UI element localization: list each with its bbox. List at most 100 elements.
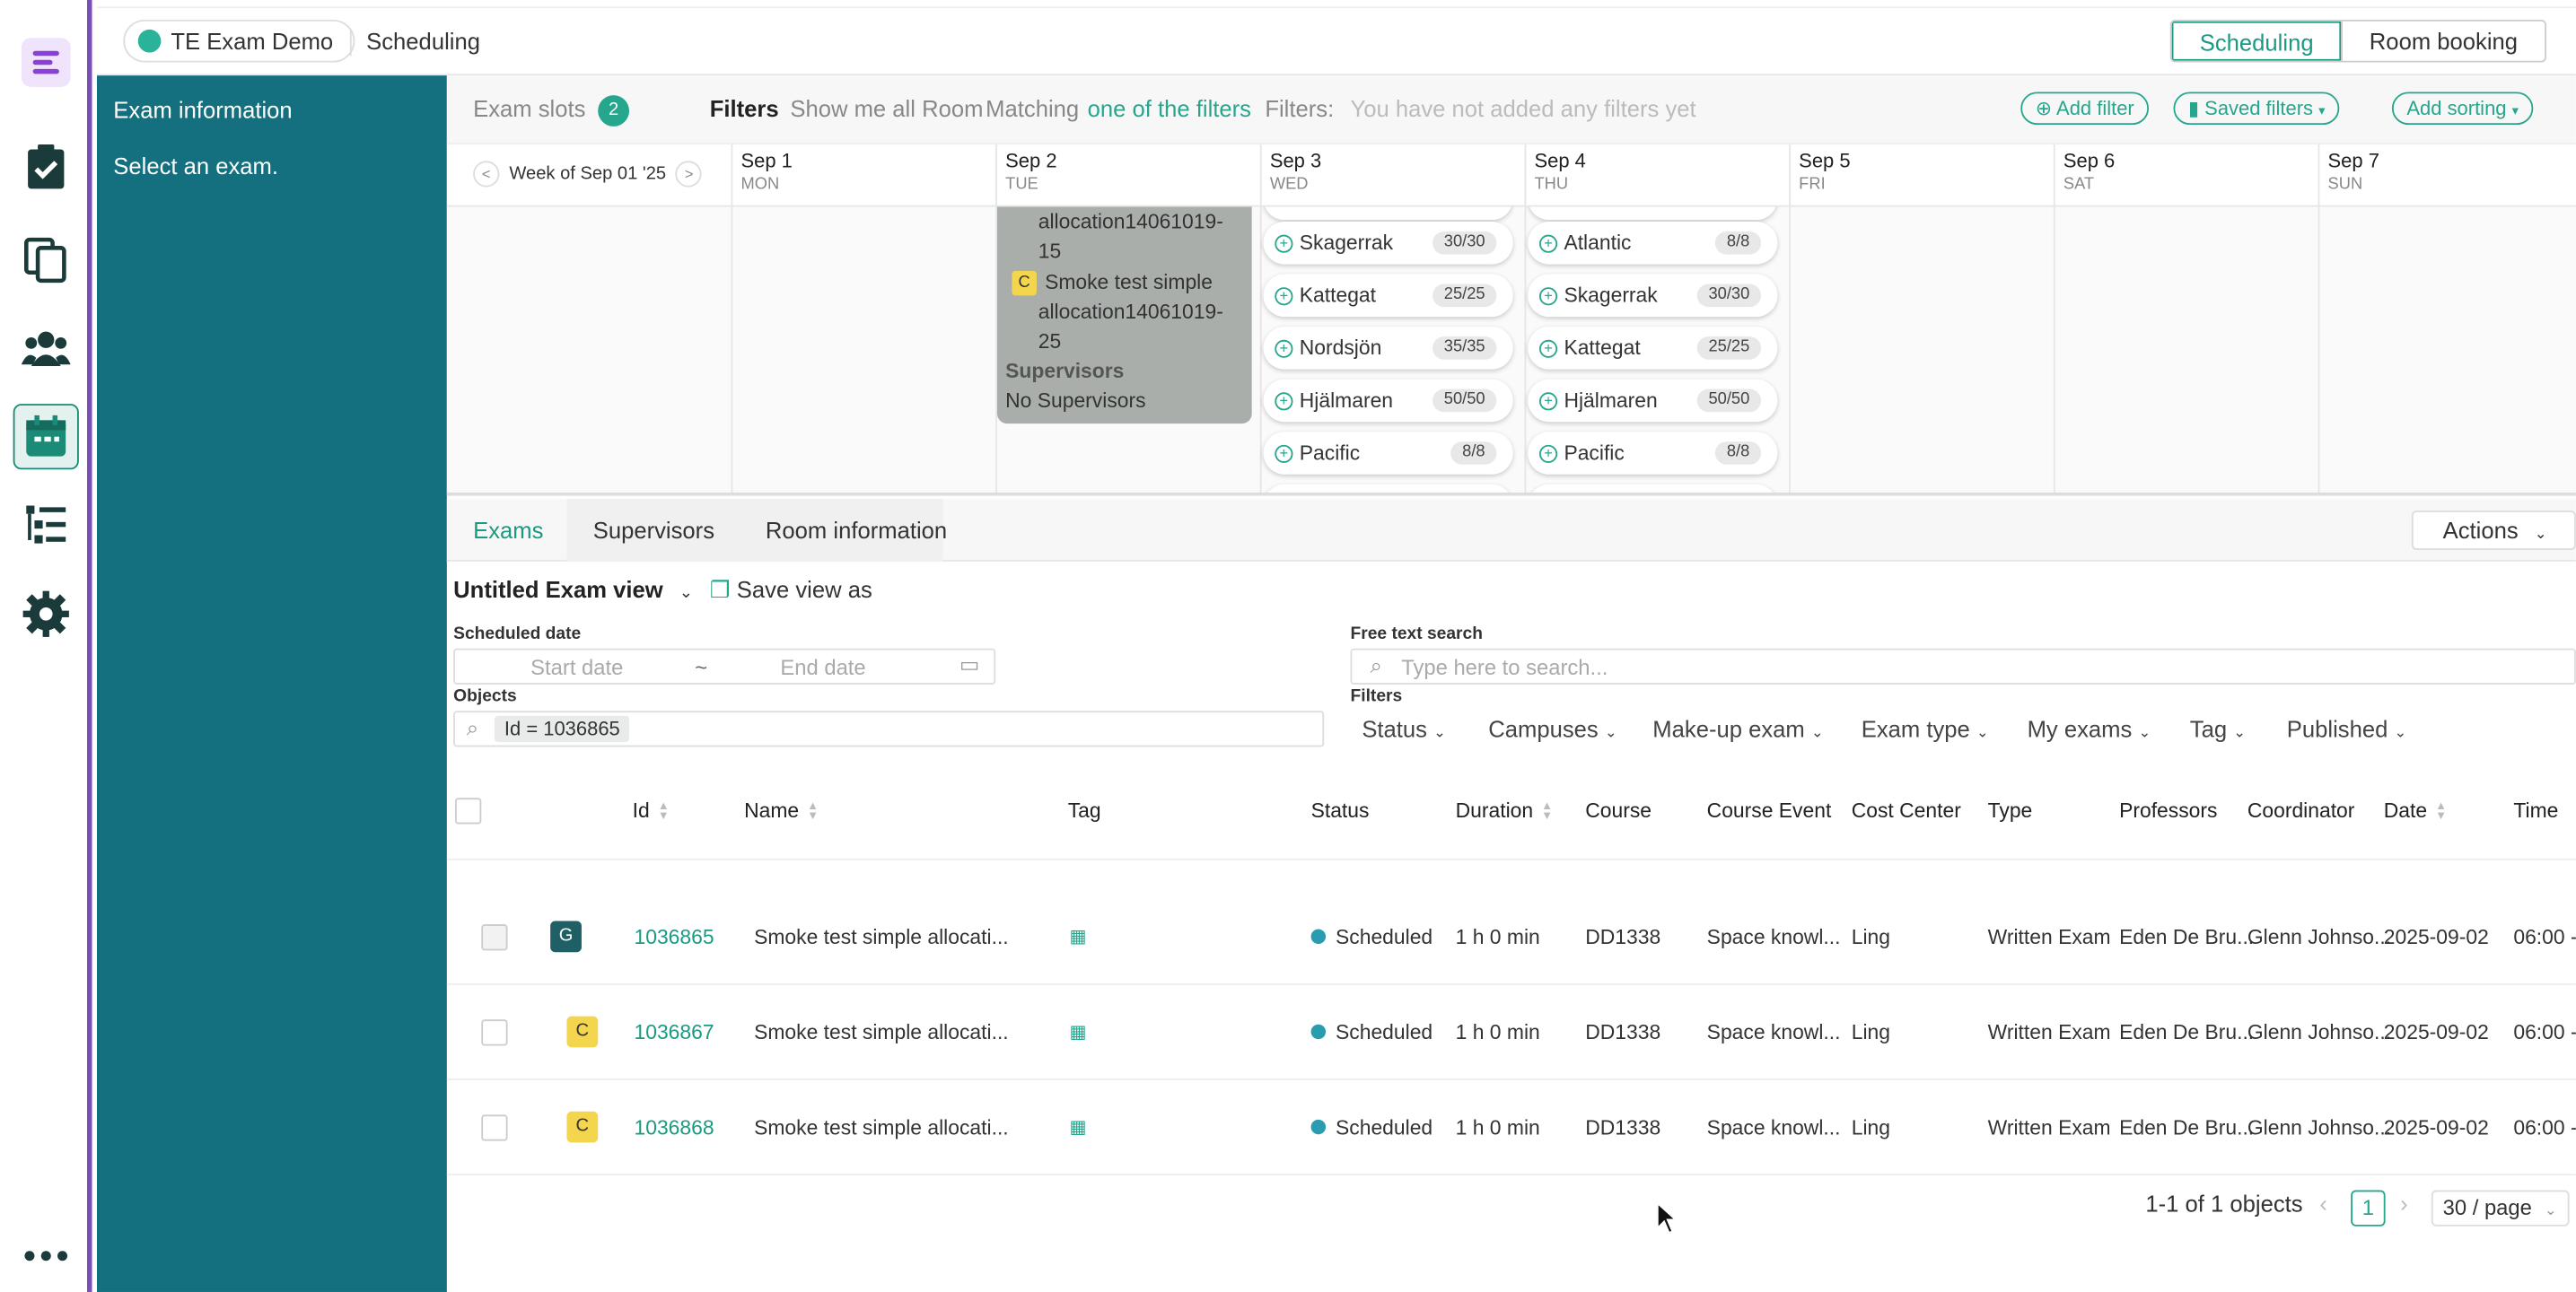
- exam-id-link[interactable]: 1036865: [634, 926, 714, 949]
- view-selector[interactable]: Untitled Exam view ⌄: [453, 576, 693, 602]
- row-checkbox[interactable]: [481, 1019, 508, 1046]
- add-sorting-button[interactable]: Add sorting ▾: [2391, 92, 2534, 126]
- table-row[interactable]: G 1036865 Smoke test simple allocati... …: [446, 890, 2576, 985]
- room-pill[interactable]: + Pacific 8/8: [1528, 432, 1778, 475]
- start-date-input[interactable]: Start date: [530, 655, 623, 679]
- save-view-as-button[interactable]: ❐ Save view as: [710, 576, 872, 604]
- column-date[interactable]: Date ▲ ▼: [2384, 799, 2447, 823]
- room-pill[interactable]: + Pacific 8/8: [1263, 432, 1513, 475]
- exam-duration: 1 h 0 min: [1455, 925, 1540, 949]
- room-pill[interactable]: [1263, 206, 1513, 221]
- day-column-sun[interactable]: [2318, 206, 2576, 493]
- list-tree-icon[interactable]: [13, 493, 79, 558]
- exam-slot-card[interactable]: allocation14061019- 15 C Smoke test simp…: [996, 206, 1252, 424]
- app-rail: [0, 0, 92, 1292]
- week-label: Week of Sep 01 '25: [509, 163, 667, 184]
- more-icon[interactable]: [13, 1223, 79, 1288]
- bookmark-icon: ▮: [2187, 96, 2200, 120]
- chevron-down-icon: ⌄: [1433, 723, 1446, 741]
- pagination-summary: 1-1 of 1 objects: [2145, 1190, 2303, 1217]
- org-switcher[interactable]: TE Exam Demo: [123, 19, 355, 63]
- room-pill[interactable]: + Kattegat 25/25: [1263, 274, 1513, 318]
- table-row[interactable]: C 1036868 Smoke test simple allocati... …: [446, 1080, 2576, 1176]
- exam-course: DD1338: [1585, 1021, 1661, 1044]
- exam-course: DD1338: [1585, 925, 1661, 949]
- column-id[interactable]: Id ▲ ▼: [633, 799, 670, 823]
- page-number-button[interactable]: 1: [2351, 1190, 2386, 1227]
- end-date-input[interactable]: End date: [780, 655, 865, 679]
- show-all-link[interactable]: Show me all Room: [790, 95, 983, 121]
- room-pill[interactable]: + Nordsjön 35/35: [1263, 327, 1513, 370]
- add-filter-button[interactable]: ⊕ Add filter: [2020, 92, 2150, 126]
- filter-exam-type-dropdown[interactable]: Exam type ⌄: [1862, 716, 1989, 742]
- column-label: Name: [744, 799, 800, 823]
- app-logo-icon[interactable]: [13, 30, 79, 95]
- row-checkbox[interactable]: [481, 924, 508, 951]
- day-column-mon[interactable]: [731, 206, 995, 493]
- calendar-body[interactable]: allocation14061019- 15 C Smoke test simp…: [446, 206, 2576, 496]
- filter-tag-dropdown[interactable]: Tag ⌄: [2190, 716, 2246, 742]
- table-row[interactable]: C 1036867 Smoke test simple allocati... …: [446, 985, 2576, 1080]
- tab-room-information[interactable]: Room information: [766, 517, 947, 543]
- actions-dropdown[interactable]: Actions ⌄: [2411, 511, 2576, 550]
- day-column-fri[interactable]: [1789, 206, 2054, 493]
- exam-id-link[interactable]: 1036867: [634, 1021, 714, 1044]
- plus-circle-icon: +: [1538, 443, 1558, 463]
- room-name: Hjälmaren: [1564, 388, 1658, 413]
- next-week-icon[interactable]: >: [676, 161, 703, 188]
- tab-supervisors[interactable]: Supervisors: [593, 517, 714, 543]
- row-checkbox[interactable]: [481, 1114, 508, 1141]
- clipboard-check-icon[interactable]: [13, 135, 79, 200]
- room-pill[interactable]: + Skagerrak 30/30: [1528, 274, 1778, 318]
- search-input[interactable]: Type here to search...: [1401, 655, 1608, 679]
- filter-makeup-exam-dropdown[interactable]: Make-up exam ⌄: [1652, 716, 1823, 742]
- prev-page-icon[interactable]: ‹: [2319, 1191, 2327, 1217]
- saved-filters-button[interactable]: ▮ Saved filters ▾: [2173, 92, 2340, 126]
- mode-scheduling[interactable]: Scheduling: [2171, 21, 2342, 61]
- copy-icon[interactable]: [13, 226, 79, 292]
- tag-icon[interactable]: ▦: [1070, 1021, 1087, 1043]
- gear-icon[interactable]: [13, 581, 79, 647]
- column-duration[interactable]: Duration ▲ ▼: [1456, 799, 1553, 823]
- day-column-sat[interactable]: [2053, 206, 2318, 493]
- object-filter-chip[interactable]: Id = 1036865: [494, 715, 630, 743]
- room-name: Pacific: [1564, 441, 1625, 465]
- tag-icon[interactable]: ▦: [1070, 1116, 1087, 1138]
- next-page-icon[interactable]: ›: [2400, 1191, 2408, 1217]
- filter-published-dropdown[interactable]: Published ⌄: [2287, 716, 2406, 742]
- room-capacity: 30/30: [1696, 284, 1762, 308]
- free-text-search[interactable]: ⌕ Type here to search...: [1350, 648, 2576, 685]
- exam-id-link[interactable]: 1036868: [634, 1116, 714, 1139]
- tab-exams[interactable]: Exams: [473, 517, 543, 543]
- sort-icon: ▲ ▼: [2435, 800, 2447, 823]
- matching-mode-link[interactable]: one of the filters: [1088, 95, 1251, 121]
- room-pill[interactable]: + Atlantic 8/8: [1528, 222, 1778, 265]
- select-all-checkbox[interactable]: [454, 798, 482, 825]
- room-pill[interactable]: + Skagerrak 30/30: [1263, 222, 1513, 265]
- room-pill[interactable]: [1263, 484, 1513, 493]
- filter-my-exams-dropdown[interactable]: My exams ⌄: [2028, 716, 2151, 742]
- room-pill[interactable]: [1528, 206, 1778, 221]
- room-pill[interactable]: + Kattegat 25/25: [1528, 327, 1778, 370]
- day-date: Sep 6: [2063, 149, 2116, 173]
- room-pill[interactable]: + Hjälmaren 50/50: [1263, 379, 1513, 423]
- exam-status: Scheduled: [1310, 1116, 1433, 1139]
- room-capacity: 8/8: [1715, 231, 1762, 255]
- room-pill[interactable]: [1528, 484, 1778, 493]
- users-icon[interactable]: [13, 315, 79, 380]
- exam-cost-center: Ling: [1851, 1021, 1891, 1044]
- room-pill[interactable]: + Hjälmaren 50/50: [1528, 379, 1778, 423]
- column-name[interactable]: Name ▲ ▼: [744, 799, 819, 823]
- prev-week-icon[interactable]: <: [473, 161, 500, 188]
- objects-input[interactable]: ⌕ Id = 1036865: [453, 711, 1325, 747]
- plus-circle-icon: +: [1275, 286, 1293, 305]
- page-size-select[interactable]: 30 / page ⌄: [2431, 1190, 2570, 1227]
- bottom-tabs: Exams Supervisors Room information Actio…: [446, 499, 2576, 562]
- scheduled-date-range[interactable]: Start date ~ End date ▭: [453, 648, 996, 685]
- tag-icon[interactable]: ▦: [1070, 926, 1087, 947]
- calendar-icon[interactable]: [13, 404, 79, 470]
- filter-campuses-dropdown[interactable]: Campuses ⌄: [1488, 716, 1617, 742]
- filter-status-dropdown[interactable]: Status ⌄: [1362, 716, 1446, 742]
- add-sorting-label: Add sorting: [2406, 96, 2507, 120]
- mode-room-booking[interactable]: Room booking: [2341, 21, 2545, 61]
